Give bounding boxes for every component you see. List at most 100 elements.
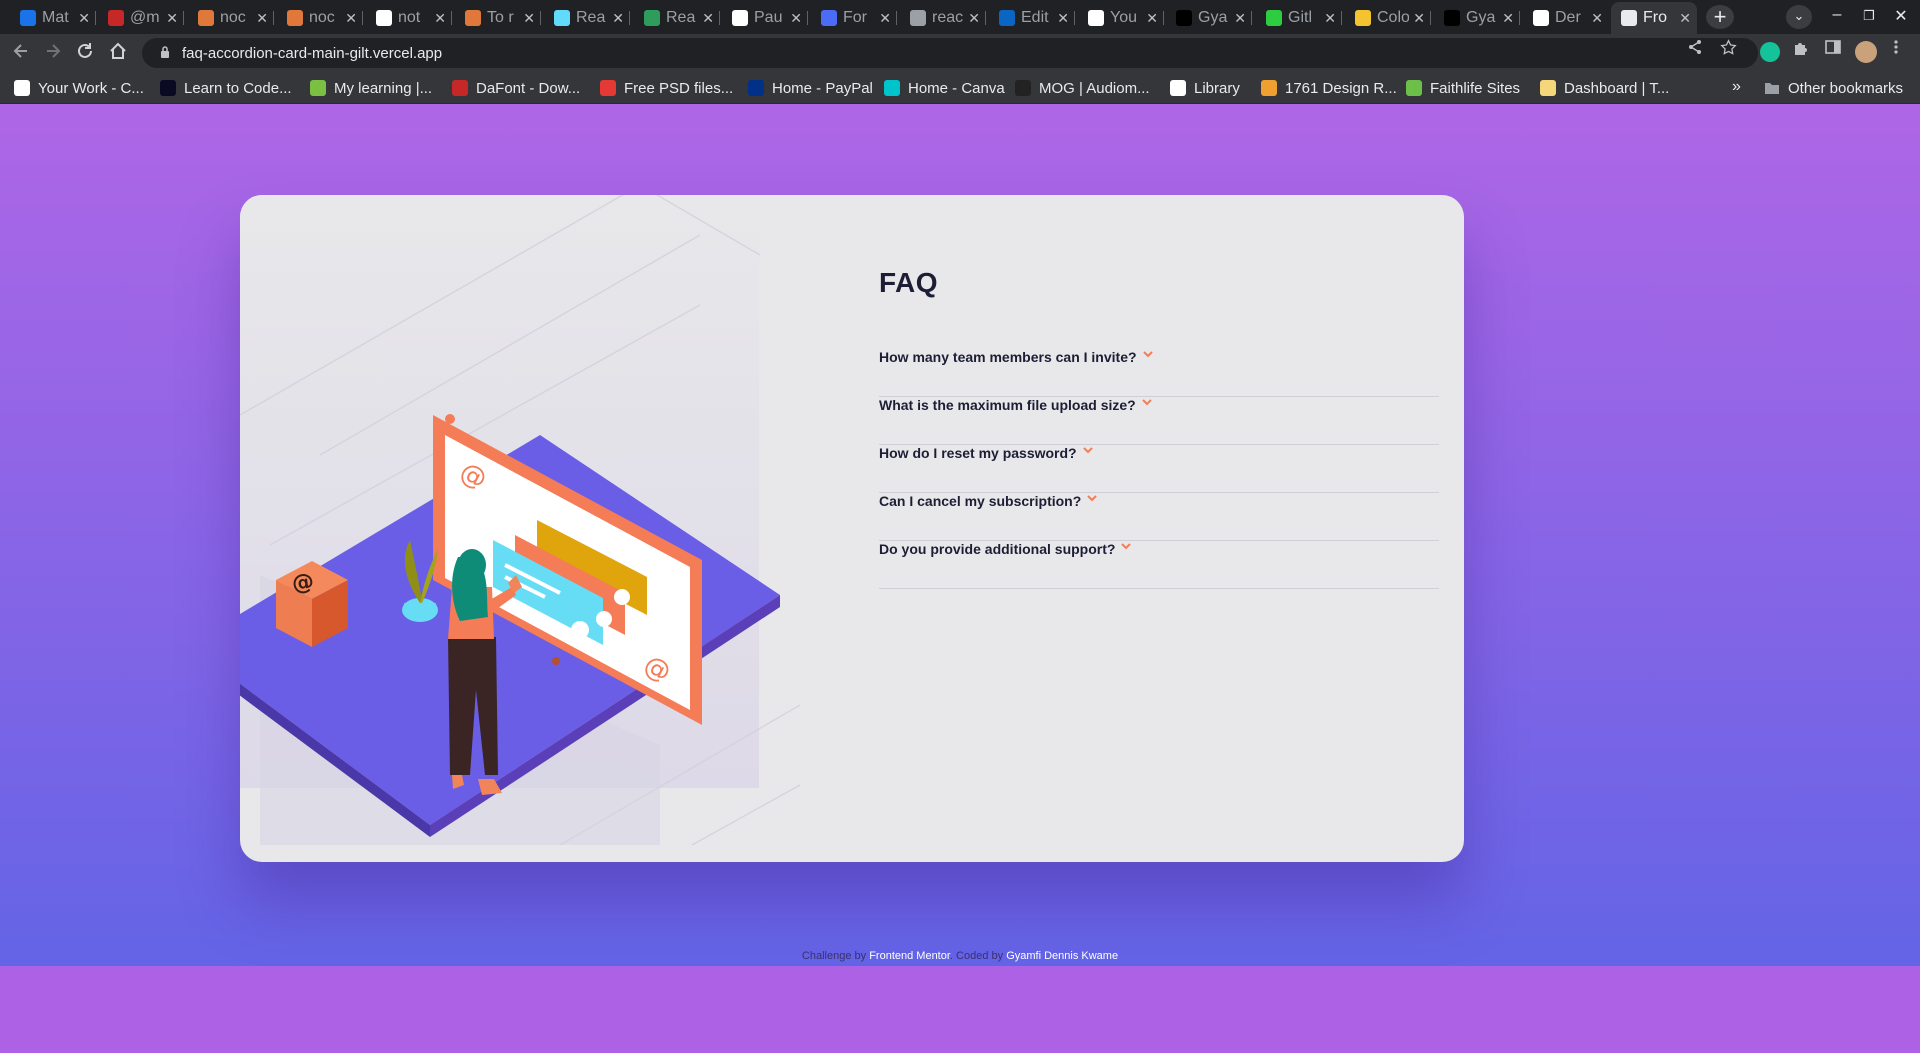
tab-close-icon[interactable]: ✕ [345,10,357,27]
tab-separator [451,11,452,25]
browser-tab[interactable]: For ✕ [811,4,897,32]
share-icon[interactable] [1687,39,1703,60]
tab-close-icon[interactable]: ✕ [1413,10,1425,27]
reload-button[interactable] [73,41,97,65]
tab-close-icon[interactable]: ✕ [1057,10,1069,27]
bookmarks-overflow-button[interactable]: » [1732,78,1741,96]
browser-tab[interactable]: You ✕ [1078,4,1164,32]
bookmark-item[interactable]: Faithlife Sites [1406,77,1520,99]
browser-tab[interactable]: @m ✕ [98,4,184,32]
minimize-window-button[interactable]: – [1826,6,1848,24]
tab-search-button[interactable]: ⌄ [1786,5,1812,29]
faq-item[interactable]: Do you provide additional support? [879,541,1439,589]
tab-close-icon[interactable]: ✕ [790,10,802,27]
bookmark-item[interactable]: 1761 Design R... [1261,77,1397,99]
menu-kebab-icon[interactable] [1893,39,1899,60]
tab-close-icon[interactable]: ✕ [78,10,90,27]
browser-tab[interactable]: Colo ✕ [1345,4,1431,32]
tab-favicon-icon [287,10,303,26]
home-button[interactable] [106,41,130,65]
tab-close-icon[interactable]: ✕ [879,10,891,27]
tab-separator [95,11,96,25]
tab-close-icon[interactable]: ✕ [702,10,714,27]
tab-title: Gya [1466,9,1496,26]
faq-item[interactable]: Can I cancel my subscription? [879,493,1439,541]
tab-favicon-icon [376,10,392,26]
browser-tab[interactable]: reac ✕ [900,4,986,32]
tab-close-icon[interactable]: ✕ [1502,10,1514,27]
faq-card: @ @ @ FAQ How many team members can I in… [240,195,1464,862]
back-button[interactable] [9,41,33,65]
tab-title: Gya [1198,9,1228,26]
tab-close-icon[interactable]: ✕ [434,10,446,27]
grammarly-extension-icon[interactable] [1760,42,1780,62]
bookmark-item[interactable]: Dashboard | T... [1540,77,1669,99]
tab-title: noc [220,9,246,26]
bookmark-favicon-icon [1540,80,1556,96]
tab-title: Pau [754,9,783,26]
other-bookmarks-folder[interactable]: Other bookmarks [1764,77,1903,99]
bookmark-item[interactable]: My learning |... [310,77,432,99]
tab-close-icon[interactable]: ✕ [968,10,980,27]
bookmark-item[interactable]: Free PSD files... [600,77,733,99]
tab-close-icon[interactable]: ✕ [1679,10,1691,27]
bookmark-item[interactable]: Home - PayPal [748,77,873,99]
extensions-puzzle-icon[interactable] [1792,39,1810,62]
tab-separator [807,11,808,25]
tab-title: reac [932,9,964,26]
tab-separator [1074,11,1075,25]
tab-close-icon[interactable]: ✕ [612,10,624,27]
tab-close-icon[interactable]: ✕ [1146,10,1158,27]
bookmark-label: Your Work - C... [38,79,144,97]
new-tab-button[interactable]: + [1706,5,1734,29]
browser-tab[interactable]: Edit ✕ [989,4,1075,32]
tab-strip: Mat ✕ @m ✕ noc ✕ noc ✕ not ✕ To r ✕ Rea ✕ Rea ✕ Pau ✕ For ✕… [0,0,1920,34]
bookmark-item[interactable]: Learn to Code... [160,77,292,99]
browser-tab[interactable]: Rea ✕ [634,4,720,32]
browser-tab[interactable]: Gya ✕ [1166,4,1252,32]
tab-favicon-icon [732,10,748,26]
address-bar[interactable]: faq-accordion-card-main-gilt.vercel.app [142,38,1758,68]
tab-title: For [843,9,867,26]
tab-close-icon[interactable]: ✕ [1591,10,1603,27]
tab-close-icon[interactable]: ✕ [523,10,535,27]
tab-close-icon[interactable]: ✕ [1324,10,1336,27]
browser-tab[interactable]: Fro ✕ [1611,2,1697,34]
bookmark-favicon-icon [1406,80,1422,96]
tab-favicon-icon [999,10,1015,26]
side-panel-icon[interactable] [1825,39,1841,60]
faq-item[interactable]: How do I reset my password? [879,445,1439,493]
browser-tab[interactable]: Gya ✕ [1434,4,1520,32]
tab-title: Edit [1021,9,1049,26]
browser-tab[interactable]: Rea ✕ [544,4,630,32]
browser-tab[interactable]: Mat ✕ [10,4,96,32]
bookmark-item[interactable]: MOG | Audiom... [1015,77,1150,99]
faq-item[interactable]: What is the maximum file upload size? [879,397,1439,445]
restore-window-button[interactable]: ❐ [1858,8,1880,24]
bookmark-item[interactable]: Library [1170,77,1240,99]
tab-separator [540,11,541,25]
tab-close-icon[interactable]: ✕ [166,10,178,27]
browser-tab[interactable]: noc ✕ [188,4,274,32]
browser-tab[interactable]: noc ✕ [277,4,363,32]
browser-tab[interactable]: Der ✕ [1523,4,1609,32]
close-window-button[interactable]: ✕ [1890,6,1912,26]
browser-tab[interactable]: To r ✕ [455,4,541,32]
forward-button[interactable] [41,41,65,65]
tab-close-icon[interactable]: ✕ [1234,10,1246,27]
faq-item[interactable]: How many team members can I invite? [879,349,1439,397]
bookmark-item[interactable]: DaFont - Dow... [452,77,580,99]
browser-tab[interactable]: Pau ✕ [722,4,808,32]
bookmark-item[interactable]: Your Work - C... [14,77,144,99]
browser-tab[interactable]: Gitl ✕ [1256,4,1342,32]
tab-close-icon[interactable]: ✕ [256,10,268,27]
frontend-mentor-link[interactable]: Frontend Mentor [869,950,950,962]
bookmark-star-icon[interactable] [1720,39,1737,61]
bookmark-item[interactable]: Home - Canva [884,77,1005,99]
browser-tab[interactable]: not ✕ [366,4,452,32]
profile-avatar[interactable] [1855,41,1877,63]
forward-arrow-icon [47,44,61,58]
tab-favicon-icon [1621,10,1637,26]
author-link[interactable]: Gyamfi Dennis Kwame [1006,950,1118,962]
bookmark-label: Faithlife Sites [1430,79,1521,97]
